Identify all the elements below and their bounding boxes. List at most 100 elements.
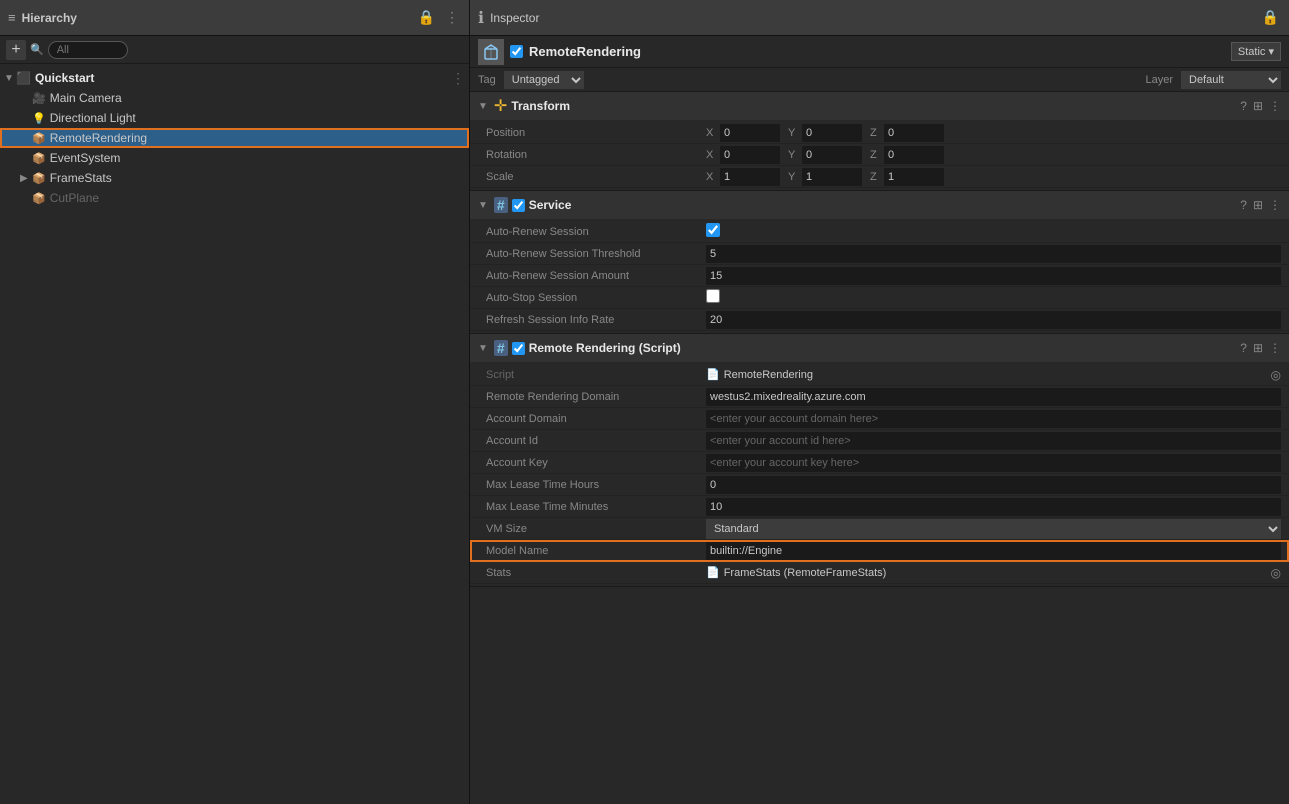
- renew-threshold-field[interactable]: [706, 245, 1281, 263]
- xyz-y-label-rot: Y: [788, 149, 802, 161]
- transform-title: Transform: [511, 99, 1236, 113]
- transform-scale-y[interactable]: [802, 168, 862, 186]
- tree-icon-cut-plane: 📦: [32, 192, 46, 205]
- account-id-label: Account Id: [486, 435, 706, 447]
- xyz-x-label-rot: X: [706, 149, 720, 161]
- service-section-header[interactable]: ▼ # Service ? ⊞ ⋮: [470, 191, 1289, 219]
- auto-stop-checkbox[interactable]: [706, 289, 720, 303]
- service-section: ▼ # Service ? ⊞ ⋮ Auto-Renew Session: [470, 191, 1289, 334]
- layer-dropdown[interactable]: Default: [1181, 71, 1281, 89]
- stats-file-icon: 📄: [706, 566, 720, 579]
- service-settings-icon[interactable]: ⊞: [1253, 198, 1263, 212]
- service-section-actions: ? ⊞ ⋮: [1240, 198, 1281, 212]
- tree-arrow-quickstart: ▼: [4, 73, 14, 84]
- inspector-panel: ℹ Inspector 🔒 RemoteRendering Static ▾ T…: [470, 0, 1289, 804]
- inspector-lock-icon[interactable]: 🔒: [1260, 7, 1281, 28]
- script-target-icon[interactable]: ◎: [1271, 368, 1281, 382]
- xyz-z-label-pos: Z: [870, 127, 884, 139]
- lease-minutes-label: Max Lease Time Minutes: [486, 501, 706, 513]
- transform-rotation-x[interactable]: [720, 146, 780, 164]
- script-settings-icon[interactable]: ⊞: [1253, 341, 1263, 355]
- renew-amount-label: Auto-Renew Session Amount: [486, 270, 706, 282]
- auto-stop-label: Auto-Stop Session: [486, 292, 706, 304]
- domain-field[interactable]: [706, 388, 1281, 406]
- xyz-z-label-scale: Z: [870, 171, 884, 183]
- vm-size-select[interactable]: Standard: [706, 519, 1281, 539]
- transform-rotation-y[interactable]: [802, 146, 862, 164]
- tree-item-directional-light[interactable]: 💡 Directional Light: [0, 108, 469, 128]
- transform-rotation-z[interactable]: [884, 146, 944, 164]
- tree-item-quickstart[interactable]: ▼ ⬛ Quickstart ⋮: [0, 68, 469, 88]
- tag-dropdown[interactable]: Untagged: [504, 71, 584, 89]
- account-id-field[interactable]: [706, 432, 1281, 450]
- account-key-field[interactable]: [706, 454, 1281, 472]
- tree-icon-remote-rendering: 📦: [32, 132, 46, 145]
- script-script-row: Script 📄 RemoteRendering ◎: [470, 364, 1289, 386]
- static-button[interactable]: Static ▾: [1231, 42, 1281, 61]
- lease-minutes-field[interactable]: [706, 498, 1281, 516]
- tree-item-frame-stats[interactable]: ▶ 📦 FrameStats: [0, 168, 469, 188]
- hierarchy-toolbar: + 🔍: [0, 36, 469, 64]
- stats-ref-value: FrameStats (RemoteFrameStats): [724, 567, 887, 579]
- tag-layer-row: Tag Untagged Layer Default: [470, 68, 1289, 92]
- search-icon: 🔍: [30, 43, 44, 56]
- refresh-rate-label: Refresh Session Info Rate: [486, 314, 706, 326]
- service-enabled-checkbox[interactable]: [512, 199, 525, 212]
- hierarchy-panel: ≡ Hierarchy 🔒 ⋮ + 🔍 ▼ ⬛ Quickstart ⋮ 🎥 M…: [0, 0, 470, 804]
- service-renew-threshold-row: Auto-Renew Session Threshold: [470, 243, 1289, 265]
- tree-label-directional-light: Directional Light: [50, 111, 136, 125]
- stats-label: Stats: [486, 567, 706, 579]
- tree-label-remote-rendering: RemoteRendering: [50, 131, 147, 145]
- service-help-icon[interactable]: ?: [1240, 198, 1247, 212]
- transform-dots-icon[interactable]: ⋮: [1269, 99, 1281, 113]
- transform-position-z[interactable]: [884, 124, 944, 142]
- lock-icon[interactable]: 🔒: [416, 7, 437, 28]
- auto-stop-value: [706, 289, 1281, 306]
- tree-item-main-camera[interactable]: 🎥 Main Camera: [0, 88, 469, 108]
- service-renew-amount-row: Auto-Renew Session Amount: [470, 265, 1289, 287]
- transform-section-header[interactable]: ▼ ✛ Transform ? ⊞ ⋮: [470, 92, 1289, 120]
- transform-position-x[interactable]: [720, 124, 780, 142]
- tree-dots-quickstart[interactable]: ⋮: [451, 70, 465, 87]
- search-input[interactable]: [48, 41, 128, 59]
- account-domain-label: Account Domain: [486, 413, 706, 425]
- hierarchy-tree: ▼ ⬛ Quickstart ⋮ 🎥 Main Camera 💡 Directi…: [0, 64, 469, 804]
- dots-menu-icon[interactable]: ⋮: [443, 7, 461, 28]
- hamburger-icon: ≡: [8, 10, 16, 25]
- script-model-name-row: Model Name: [470, 540, 1289, 562]
- transform-scale-z[interactable]: [884, 168, 944, 186]
- model-name-field[interactable]: [706, 542, 1281, 560]
- transform-rotation-row: Rotation X Y Z: [470, 144, 1289, 166]
- tree-icon-main-camera: 🎥: [32, 92, 46, 105]
- transform-scale-x[interactable]: [720, 168, 780, 186]
- transform-section-actions: ? ⊞ ⋮: [1240, 99, 1281, 113]
- transform-section-body: Position X Y Z Rotation X: [470, 120, 1289, 190]
- account-domain-field[interactable]: [706, 410, 1281, 428]
- tree-item-event-system[interactable]: 📦 EventSystem: [0, 148, 469, 168]
- script-section-header[interactable]: ▼ # Remote Rendering (Script) ? ⊞ ⋮: [470, 334, 1289, 362]
- script-dots-icon[interactable]: ⋮: [1269, 341, 1281, 355]
- add-button[interactable]: +: [6, 40, 26, 60]
- xyz-y-label-scale: Y: [788, 171, 802, 183]
- tree-label-main-camera: Main Camera: [50, 91, 122, 105]
- script-help-icon[interactable]: ?: [1240, 341, 1247, 355]
- renew-amount-field[interactable]: [706, 267, 1281, 285]
- transform-scale-row: Scale X Y Z: [470, 166, 1289, 188]
- transform-position-y[interactable]: [802, 124, 862, 142]
- auto-renew-checkbox[interactable]: [706, 223, 720, 237]
- tree-item-cut-plane[interactable]: 📦 CutPlane: [0, 188, 469, 208]
- lease-hours-field[interactable]: [706, 476, 1281, 494]
- refresh-rate-field[interactable]: [706, 311, 1281, 329]
- script-enabled-checkbox[interactable]: [512, 342, 525, 355]
- transform-help-icon[interactable]: ?: [1240, 99, 1247, 113]
- transform-arrow-icon: ▼: [478, 101, 488, 112]
- transform-settings-icon[interactable]: ⊞: [1253, 99, 1263, 113]
- auto-renew-value: [706, 223, 1281, 240]
- service-dots-icon[interactable]: ⋮: [1269, 198, 1281, 212]
- service-arrow-icon: ▼: [478, 200, 488, 211]
- tree-item-remote-rendering[interactable]: 📦 RemoteRendering: [0, 128, 469, 148]
- object-enabled-checkbox[interactable]: [510, 45, 523, 58]
- stats-target-icon[interactable]: ◎: [1271, 566, 1281, 580]
- script-vm-size-row: VM Size Standard: [470, 518, 1289, 540]
- tree-label-cut-plane: CutPlane: [50, 191, 99, 205]
